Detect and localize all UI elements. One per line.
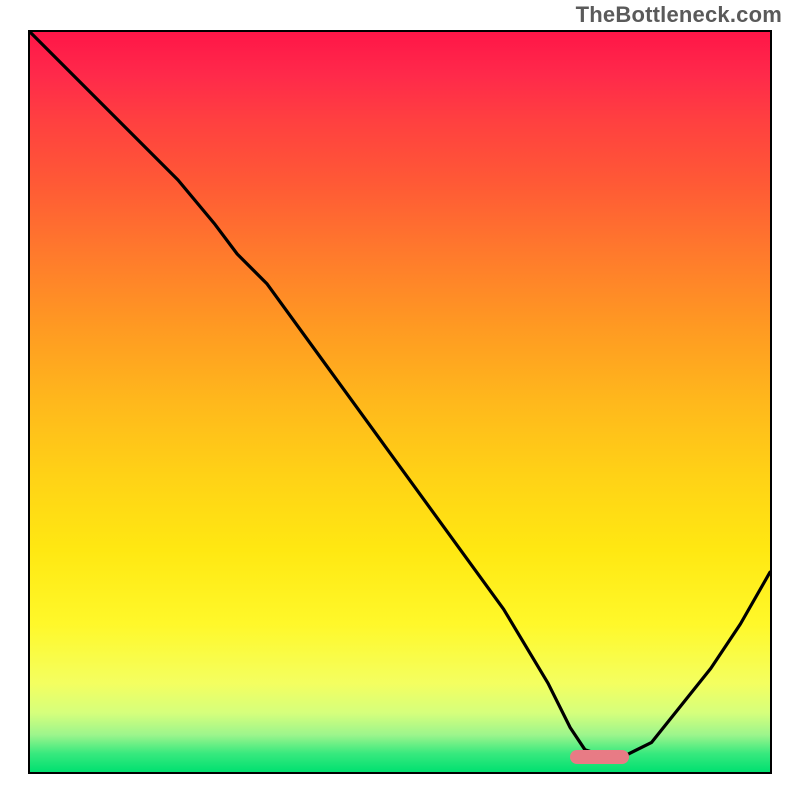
watermark-text: TheBottleneck.com <box>576 2 782 28</box>
plot-area <box>28 30 772 774</box>
chart-frame: TheBottleneck.com <box>0 0 800 800</box>
optimal-range-marker <box>570 750 629 764</box>
curve-path <box>30 32 770 757</box>
bottleneck-curve <box>30 32 770 772</box>
